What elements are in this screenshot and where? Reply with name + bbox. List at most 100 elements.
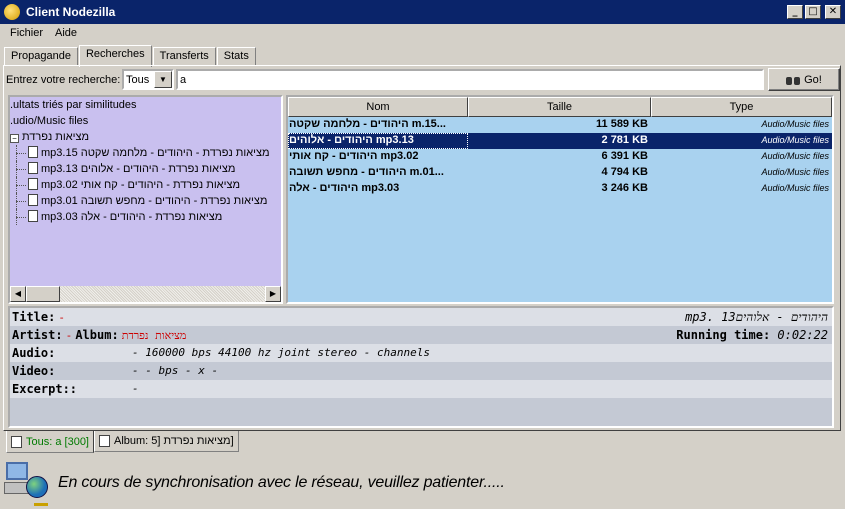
tab-transferts[interactable]: Transferts [152,47,216,66]
tree-item-label: mp3.03 מציאות נפרדת - היהודים - אלה [41,211,223,223]
menu-fichier[interactable]: Fichier [4,27,49,39]
tree-folder[interactable]: − מציאות נפרדת [10,129,281,145]
search-row: Entrez votre recherche: Tous ▼ a Go! [6,68,840,91]
table-row[interactable]: היהודים - אלה mp3.03 3 246 KB Audio/Musi… [288,181,832,197]
artist-value: - [65,329,73,342]
title-bar: Client Nodezilla _ □ ✕ [0,0,845,24]
table-row[interactable]: היהודים - קח אותי mp3.02 6 391 KB Audio/… [288,149,832,165]
column-taille[interactable]: Taille [468,97,651,117]
video-label: Video: [12,364,56,378]
video-value: - - bps - x - [132,364,219,377]
row-type: Audio/Music files [761,151,829,161]
window-controls: _ □ ✕ [787,5,841,19]
tab-propagande[interactable]: Propagande [4,47,78,66]
scroll-right-icon[interactable]: ▶ [265,286,281,302]
row-size: 3 246 KB [601,182,648,194]
file-icon [28,162,38,174]
tree-root[interactable]: .ultats triés par similitudes [10,97,281,113]
file-icon [28,178,38,190]
chevron-down-icon[interactable]: ▼ [154,71,172,88]
detail-artist-row: Artist: - Album: מציאות נפרדת Running ti… [10,326,832,344]
search-result-tabs: Tous: a [300] Album: 5] מציאות נפרדת] [6,431,239,453]
table-row[interactable]: היהודים - מחפש תשובה m.01... 4 794 KB Au… [288,165,832,181]
tree-category[interactable]: .udio/Music files [10,113,281,129]
network-cable-icon [34,498,48,506]
excerpt-value: - [132,382,139,395]
album-label: Album: [75,328,119,342]
tree-guide-h [16,153,26,154]
file-icon [28,146,38,158]
column-nom[interactable]: Nom [288,97,468,117]
tree-item-label: mp3.13 מציאות נפרדת - היהודים - אלוהים [41,163,236,175]
close-button[interactable]: ✕ [825,5,841,19]
table-row[interactable]: היהודים - מלחמה שקטה m.15... 11 589 KB A… [288,117,832,133]
title-filename: mp3. היהודים - אלוהים13 [685,308,828,326]
maximize-button[interactable]: □ [805,5,821,19]
tree-item[interactable]: mp3.15 מציאות נפרדת - היהודים - מלחמה שק… [10,145,281,161]
tree-guide-h [16,185,26,186]
file-icon [28,194,38,206]
scroll-track[interactable] [60,286,265,302]
search-input[interactable]: a [176,69,764,90]
tab-search-tous[interactable]: Tous: a [300] [6,431,94,453]
tab-recherches[interactable]: Recherches [78,45,152,67]
table-row-selected[interactable]: היהודים - אלוהים mp3.13 2 781 KB Audio/M… [288,133,832,149]
running-time: Running time: 0:02:22 [676,326,828,344]
scope-value: Tous [126,73,150,86]
results-tree[interactable]: .ultats triés par similitudes .udio/Musi… [8,95,283,304]
row-type: Audio/Music files [761,135,829,145]
detail-video-row: Video: - - bps - x - [10,362,832,380]
row-size: 4 794 KB [601,166,648,178]
row-size: 11 589 KB [596,118,648,130]
menu-aide[interactable]: Aide [49,27,83,39]
tree-item[interactable]: mp3.13 מציאות נפרדת - היהודים - אלוהים [10,161,281,177]
audio-label: Audio: [12,346,56,360]
detail-audio-row: Audio: - 160000 bps 44100 hz joint stere… [10,344,832,362]
running-time-value: 0:02:22 [777,328,828,342]
network-icon [4,458,54,508]
row-name: היהודים - אלה mp3.03 [289,182,400,194]
collapse-icon[interactable]: − [10,134,19,143]
window-title: Client Nodezilla [26,5,116,19]
tree-horizontal-scrollbar[interactable]: ◀ ▶ [10,286,281,302]
running-time-label: Running time: [676,328,771,342]
scroll-left-icon[interactable]: ◀ [10,286,26,302]
tree-item-label: mp3.02 מציאות נפרדת - היהודים - קח אותי [41,179,241,191]
minimize-button[interactable]: _ [787,5,803,19]
row-name: היהודים - אלוהים mp3.13 [288,133,468,149]
tab-stats[interactable]: Stats [216,47,256,66]
excerpt-label: Excerpt:: [12,382,78,396]
details-pane: Title: - mp3. היהודים - אלוהים13 Artist:… [8,306,834,428]
status-message: En cours de synchronisation avec le rése… [58,473,505,491]
tab-search-tous-label: Tous: a [300] [26,435,89,448]
tree-item[interactable]: mp3.01 מציאות נפרדת - היהודים - מחפש תשו… [10,193,281,209]
detail-excerpt-row: Excerpt:: - [10,380,832,398]
binoculars-icon [786,74,801,86]
menu-bar: Fichier Aide [0,24,845,42]
tree-guide-h [16,217,26,218]
row-name: היהודים - קח אותי mp3.02 [289,150,419,162]
results-table: Nom Taille Type היהודים - מלחמה שקטה m.1… [286,95,834,304]
main-tabs: Propagande Recherches Transferts Stats [4,45,257,67]
album-value: מציאות נפרדת [121,329,187,342]
go-button[interactable]: Go! [768,68,840,91]
row-name: היהודים - מלחמה שקטה m.15... [289,118,446,130]
row-name: היהודים - מחפש תשובה m.01... [289,166,444,178]
row-type: Audio/Music files [761,119,829,129]
tree-item[interactable]: mp3.03 מציאות נפרדת - היהודים - אלה [10,209,281,225]
app-icon [4,4,20,20]
table-header: Nom Taille Type [288,97,832,117]
title-filename-text: mp3. היהודים - אלוהים13 [685,310,828,324]
scope-select[interactable]: Tous ▼ [122,69,174,90]
title-label: Title: [12,310,56,324]
monitor-icon [6,461,28,480]
tree-item[interactable]: mp3.02 מציאות נפרדת - היהודים - קח אותי [10,177,281,193]
scroll-thumb[interactable] [26,286,60,302]
row-type: Audio/Music files [761,183,829,193]
tree-guide-h [16,201,26,202]
tab-search-album[interactable]: Album: 5] מציאות נפרדת] [94,431,239,452]
search-tab-icon [99,435,110,447]
search-label: Entrez votre recherche: [6,73,121,86]
row-size: 2 781 KB [601,134,648,146]
column-type[interactable]: Type [651,97,832,117]
